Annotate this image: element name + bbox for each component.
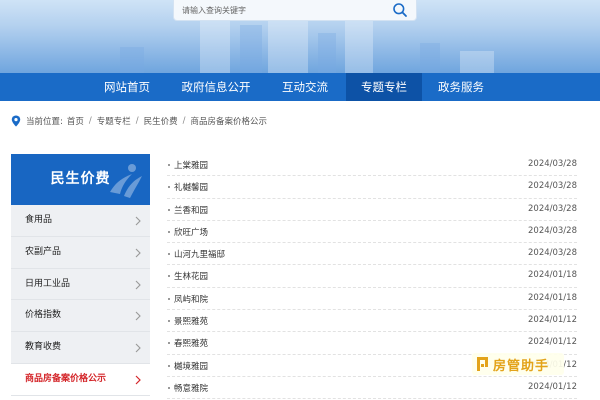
list-item-date: 2024/03/28 [528,225,577,236]
sidebar-menu: 食用品 农副产品 日用工业品 价格指数 教育收费 商品房备案价格公示 [11,205,150,396]
search-input[interactable] [182,3,382,17]
bullet-dot [168,364,170,367]
list-item-title[interactable]: 凤屿和院 [174,293,208,305]
nav-item-gov-info[interactable]: 政府信息公开 [170,73,262,101]
sidebar-item-label: 日用工业品 [25,278,71,289]
watermark-text: 房管助手 [493,358,550,374]
nav-item-gov-services[interactable]: 政务服务 [424,73,498,101]
nav-item-special-topics[interactable]: 专题专栏 [346,73,422,101]
breadcrumb: 当前位置: 首页 / 专题专栏 / 民生价费 / 商品房备案价格公示 [11,114,267,128]
list-item[interactable]: 上棠雅园 2024/03/28 [167,154,577,177]
list-item[interactable]: 山河九里福邸 2024/03/28 [167,243,577,266]
list-item[interactable]: 礼樾馨园 2024/03/28 [167,176,577,199]
list-item-date: 2024/03/28 [528,181,577,192]
breadcrumb-livelihood[interactable]: 民生价费 [144,115,178,127]
search-icon[interactable] [392,2,408,18]
location-pin-icon [11,115,21,127]
sidebar-item-housing-prices[interactable]: 商品房备案价格公示 [11,363,150,396]
bullet-dot [168,386,170,389]
list-item-title[interactable]: 樾境雅园 [174,360,208,372]
sidebar-item-label: 农副产品 [25,246,62,257]
bullet-dot [168,230,170,233]
header-banner [0,0,600,73]
banner-building [460,51,494,73]
breadcrumb-current: 商品房备案价格公示 [190,117,268,127]
list-item[interactable]: 欣旺广场 2024/03/28 [167,221,577,244]
list-item-date: 2024/03/28 [528,159,577,169]
list-item[interactable]: 畅意雅院 2024/01/12 [167,377,577,400]
list-item-title[interactable]: 景熙雅苑 [174,315,208,327]
chevron-right-icon [135,280,141,289]
bullet-dot [168,275,170,278]
list-item-date: 2024/01/18 [528,270,577,281]
bullet-dot [168,342,170,345]
bullet-dot [168,208,170,211]
breadcrumb-special-topics[interactable]: 专题专栏 [97,115,131,127]
banner-building [240,25,262,73]
house-logo-icon [477,357,488,371]
list-item-date: 2024/03/28 [528,203,577,214]
sidebar-item-education-fees[interactable]: 教育收费 [11,332,150,364]
list-item-date: 2024/01/18 [528,292,577,303]
watermark: 房管助手 [472,353,564,375]
breadcrumb-separator: / [88,116,92,126]
chevron-right-icon [135,343,141,353]
list-item-date: 2024/01/12 [528,381,577,392]
sidebar-header: 民生价费 [11,154,150,205]
list-item[interactable]: 春熙雅苑 2024/01/12 [167,332,577,355]
list-item-title[interactable]: 山河九里福邸 [174,248,225,260]
banner-building [420,43,440,73]
list-item-title[interactable]: 礼樾馨园 [174,181,208,193]
banner-building [318,33,336,73]
list-item[interactable]: 兰香和园 2024/03/28 [167,199,577,221]
breadcrumb-separator: / [182,116,186,126]
chevron-right-icon [135,312,141,321]
chevron-right-icon [135,248,141,258]
list-item[interactable]: 凤屿和院 2024/01/18 [167,288,577,311]
list-item-title[interactable]: 兰香和园 [174,204,208,216]
banner-building [120,47,144,73]
list-item-date: 2024/01/12 [528,315,577,326]
list-item[interactable]: 景熙雅苑 2024/01/12 [167,310,577,333]
bullet-dot [168,186,170,189]
breadcrumb-home[interactable]: 首页 [67,115,84,127]
list-item-date: 2024/03/28 [528,248,577,259]
sidebar-item-price-index[interactable]: 价格指数 [11,300,150,333]
banner-building [200,13,230,73]
breadcrumb-prefix: 当前位置: [26,117,63,127]
nav-item-interaction[interactable]: 互动交流 [268,73,342,101]
bullet-dot [168,297,170,300]
list-item[interactable]: 生林花园 2024/01/18 [167,265,577,288]
list-item-title[interactable]: 生林花园 [174,270,208,282]
sidebar-item-food[interactable]: 食用品 [11,205,150,237]
list-item-title[interactable]: 欣旺广场 [174,226,208,238]
list-item-title[interactable]: 畅意雅院 [174,382,208,394]
sidebar-item-label: 价格指数 [25,310,62,321]
banner-building [345,21,373,73]
search-box [173,0,417,21]
bullet-dot [168,253,170,256]
main-nav: 网站首页 政府信息公开 互动交流 专题专栏 政务服务 [0,73,600,101]
chevron-right-icon [135,375,141,385]
sidebar-item-daily-goods[interactable]: 日用工业品 [11,268,150,301]
chevron-right-icon [135,216,141,226]
nav-item-home[interactable]: 网站首页 [90,73,164,101]
sidebar-item-label: 食用品 [25,215,53,225]
sidebar-item-label: 教育收费 [25,342,62,353]
bullet-dot [168,164,170,166]
bullet-dot [168,320,170,323]
sidebar-item-agricultural[interactable]: 农副产品 [11,236,150,269]
list-item-title[interactable]: 上棠雅园 [174,159,208,171]
sidebar-item-label: 商品房备案价格公示 [25,373,107,384]
list-item-date: 2024/01/12 [528,337,577,348]
sidebar-title: 民生价费 [50,171,111,187]
breadcrumb-separator: / [135,116,139,126]
list-item-title[interactable]: 春熙雅苑 [174,337,208,349]
